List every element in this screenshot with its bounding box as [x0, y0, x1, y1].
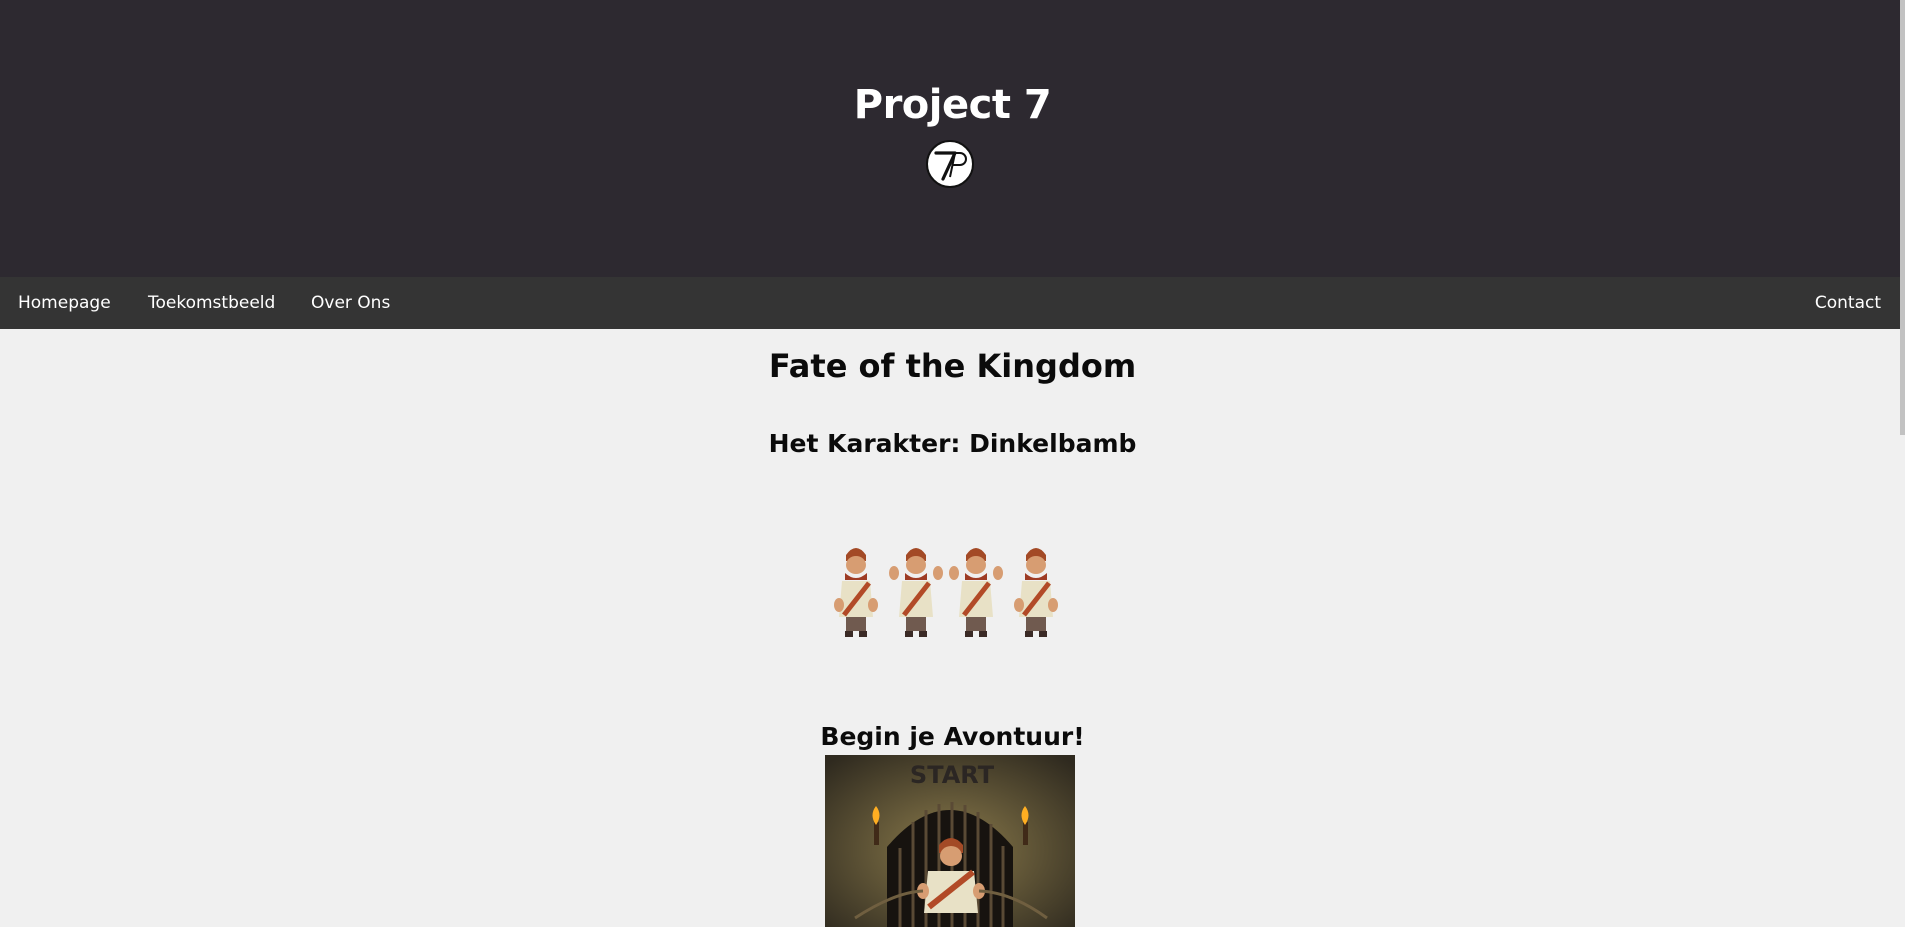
main-content: Fate of the Kingdom Het Karakter: Dinkel…	[0, 329, 1905, 927]
main-navbar: Homepage Toekomstbeeld Over Ons Contact	[0, 277, 1905, 329]
nav-over-ons-link[interactable]: Over Ons	[311, 277, 390, 329]
site-header: Project 7	[0, 0, 1905, 277]
start-image-text: START	[910, 761, 995, 789]
nav-toekomstbeeld-link[interactable]: Toekomstbeeld	[148, 277, 275, 329]
start-scene-svg: START	[825, 755, 1075, 927]
character-sprite-2	[889, 548, 943, 637]
nav-homepage-link[interactable]: Homepage	[18, 277, 111, 329]
character-heading: Het Karakter: Dinkelbamb	[768, 429, 1137, 458]
page-title: Fate of the Kingdom	[768, 347, 1137, 385]
character-sprites-image	[834, 548, 1058, 637]
page: Project 7 Homepage Toekomstbeeld Over On…	[0, 0, 1905, 927]
start-adventure-image[interactable]: START	[825, 755, 1075, 927]
project-7-logo	[926, 140, 974, 188]
nav-contact-link[interactable]: Contact	[1815, 277, 1881, 329]
character-sprite-4	[1014, 548, 1058, 637]
adventure-heading: Begin je Avontuur!	[820, 722, 1085, 751]
site-title: Project 7	[853, 82, 1052, 128]
character-sprite-3	[949, 548, 1003, 637]
page-scrollbar[interactable]	[1900, 0, 1905, 435]
character-sprite-1	[834, 548, 878, 637]
